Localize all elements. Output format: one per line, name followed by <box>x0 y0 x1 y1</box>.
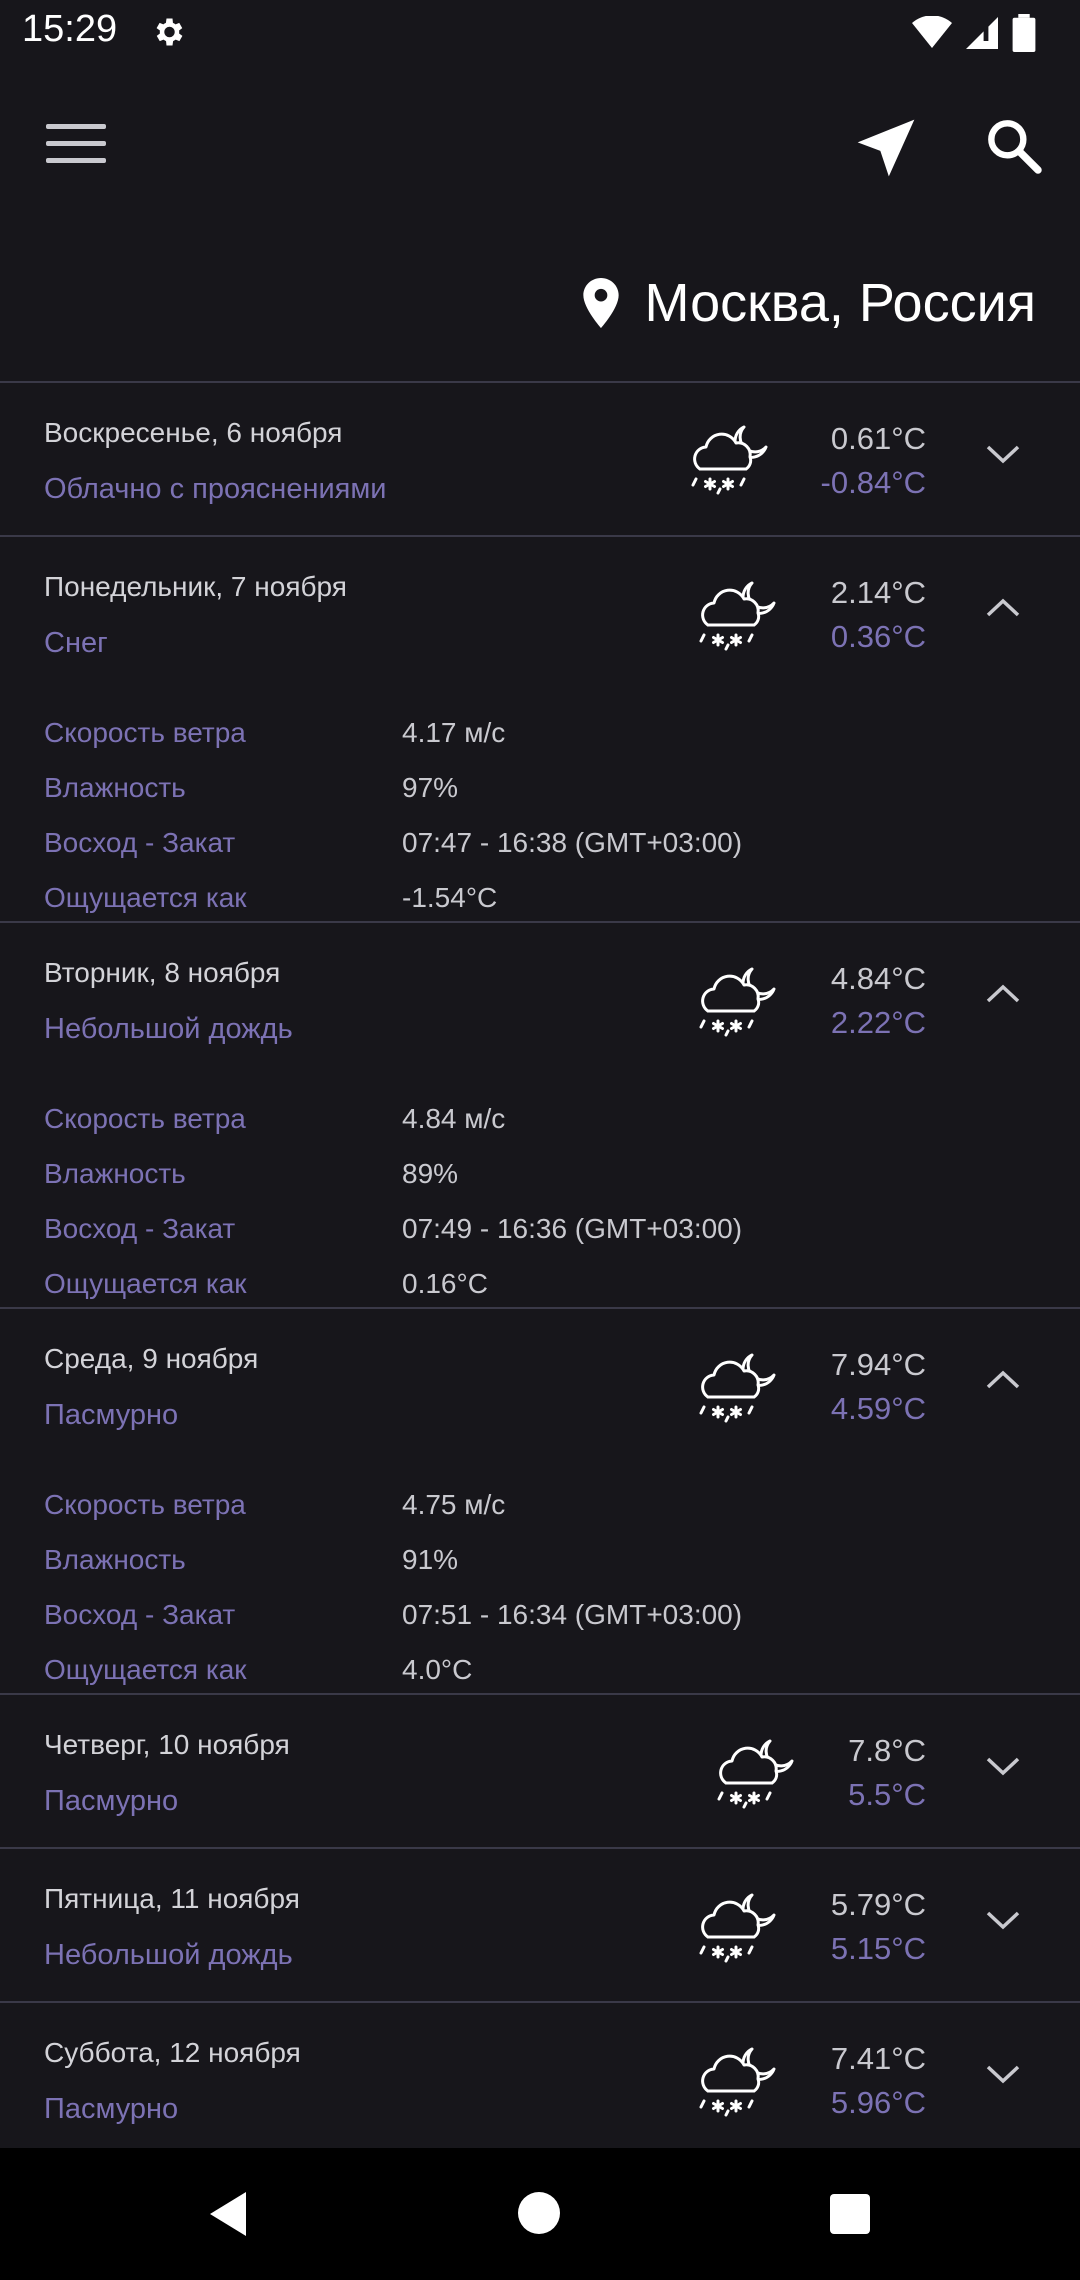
cloud-moon-snow-icon <box>717 1739 794 1809</box>
wifi-icon <box>912 16 952 48</box>
home-icon[interactable] <box>518 2192 560 2234</box>
temp-high: 7.8°C <box>848 1733 926 1768</box>
back-icon[interactable] <box>208 2190 248 2238</box>
feels-value: 4.0°C <box>402 1654 473 1685</box>
chevron-down-icon[interactable] <box>982 1905 1024 1935</box>
temp-low: -0.84°C <box>820 465 926 500</box>
humidity-value: 89% <box>402 1158 459 1189</box>
day-condition: Пасмурно <box>44 2093 179 2125</box>
forecast-day[interactable]: Четверг, 10 ноября Пасмурно 7.8°C 5.5°C <box>0 1695 1080 1847</box>
forecast-day[interactable]: Среда, 9 ноября Пасмурно 7.94°C 4.59°C С… <box>0 1309 1080 1693</box>
sun-value: 07:49 - 16:36 (GMT+03:00) <box>402 1213 743 1244</box>
wind-label: Скорость ветра <box>44 717 246 748</box>
temp-low: 2.22°C <box>830 1005 926 1040</box>
chevron-up-icon[interactable] <box>982 979 1024 1009</box>
wind-value: 4.75 м/с <box>402 1489 506 1520</box>
app-bar <box>0 90 1080 200</box>
cloud-moon-snow-icon <box>699 1353 776 1423</box>
humidity-value: 91% <box>402 1544 459 1575</box>
menu-icon[interactable] <box>46 124 106 170</box>
temp-high: 7.41°C <box>830 2041 926 2076</box>
humidity-label: Влажность <box>44 772 186 803</box>
wind-label: Скорость ветра <box>44 1103 246 1134</box>
battery-icon <box>1012 14 1036 52</box>
day-condition: Пасмурно <box>44 1399 179 1431</box>
day-condition: Небольшой дождь <box>44 1939 293 1971</box>
forecast-list: Воскресенье, 6 ноября Облачно с прояснен… <box>0 381 1080 2155</box>
forecast-day[interactable]: Понедельник, 7 ноября Снег 2.14°C 0.36°C… <box>0 537 1080 921</box>
search-icon[interactable] <box>982 114 1046 178</box>
forecast-day[interactable]: Воскресенье, 6 ноября Облачно с прояснен… <box>0 383 1080 535</box>
day-date: Понедельник, 7 ноября <box>44 571 347 602</box>
temp-high: 0.61°C <box>830 421 926 456</box>
temp-high: 4.84°C <box>830 961 926 996</box>
feels-label: Ощущается как <box>44 1268 247 1299</box>
sun-label: Восход - Закат <box>44 1213 236 1244</box>
gear-icon <box>156 18 183 46</box>
feels-label: Ощущается как <box>44 882 247 913</box>
day-condition: Облачно с прояснениями <box>44 473 387 505</box>
location-pin-icon <box>582 278 619 328</box>
temp-low: 4.59°C <box>830 1391 926 1426</box>
feels-value: -1.54°C <box>402 882 498 913</box>
cloud-moon-snow-icon <box>699 967 776 1037</box>
wind-value: 4.84 м/с <box>402 1103 506 1134</box>
chevron-down-icon[interactable] <box>982 1751 1024 1781</box>
cloud-moon-snow-icon <box>691 425 768 495</box>
sun-label: Восход - Закат <box>44 827 236 858</box>
temp-high: 7.94°C <box>830 1347 926 1382</box>
status-bar: 15:29 <box>0 0 1080 68</box>
day-date: Четверг, 10 ноября <box>44 1729 290 1760</box>
system-nav-bar <box>0 2148 1080 2280</box>
cloud-moon-snow-icon <box>699 581 776 651</box>
chevron-up-icon[interactable] <box>982 1365 1024 1395</box>
recents-icon[interactable] <box>830 2194 870 2234</box>
wind-value: 4.17 м/с <box>402 717 506 748</box>
location-header[interactable]: Москва, Россия <box>582 268 1036 338</box>
day-date: Вторник, 8 ноября <box>44 957 281 988</box>
day-date: Среда, 9 ноября <box>44 1343 259 1374</box>
chevron-down-icon[interactable] <box>982 2059 1024 2089</box>
signal-icon <box>966 17 998 49</box>
temp-low: 0.36°C <box>830 619 926 654</box>
day-date: Пятница, 11 ноября <box>44 1883 300 1914</box>
temp-high: 2.14°C <box>830 575 926 610</box>
location-name: Москва, Россия <box>644 273 1036 333</box>
navigation-icon[interactable] <box>852 114 920 182</box>
feels-value: 0.16°C <box>402 1268 488 1299</box>
sun-value: 07:47 - 16:38 (GMT+03:00) <box>402 827 743 858</box>
forecast-day[interactable]: Пятница, 11 ноября Небольшой дождь 5.79°… <box>0 1849 1080 2001</box>
day-date: Суббота, 12 ноября <box>44 2037 301 2068</box>
sun-label: Восход - Закат <box>44 1599 236 1630</box>
day-date: Воскресенье, 6 ноября <box>44 417 343 448</box>
wind-label: Скорость ветра <box>44 1489 246 1520</box>
chevron-down-icon[interactable] <box>982 439 1024 469</box>
forecast-day[interactable]: Вторник, 8 ноября Небольшой дождь 4.84°C… <box>0 923 1080 1307</box>
temp-low: 5.96°C <box>830 2085 926 2120</box>
day-condition: Пасмурно <box>44 1785 179 1817</box>
day-condition: Небольшой дождь <box>44 1013 293 1045</box>
cloud-moon-snow-icon <box>699 1893 776 1963</box>
cloud-moon-snow-icon <box>699 2047 776 2117</box>
temp-low: 5.5°C <box>848 1777 926 1812</box>
temp-high: 5.79°C <box>830 1887 926 1922</box>
temp-low: 5.15°C <box>830 1931 926 1966</box>
sun-value: 07:51 - 16:34 (GMT+03:00) <box>402 1599 743 1630</box>
chevron-up-icon[interactable] <box>982 593 1024 623</box>
day-condition: Снег <box>44 627 108 659</box>
forecast-day[interactable]: Суббота, 12 ноября Пасмурно 7.41°C 5.96°… <box>0 2003 1080 2155</box>
humidity-value: 97% <box>402 772 459 803</box>
humidity-label: Влажность <box>44 1544 186 1575</box>
humidity-label: Влажность <box>44 1158 186 1189</box>
feels-label: Ощущается как <box>44 1654 247 1685</box>
status-time: 15:29 <box>22 8 118 50</box>
